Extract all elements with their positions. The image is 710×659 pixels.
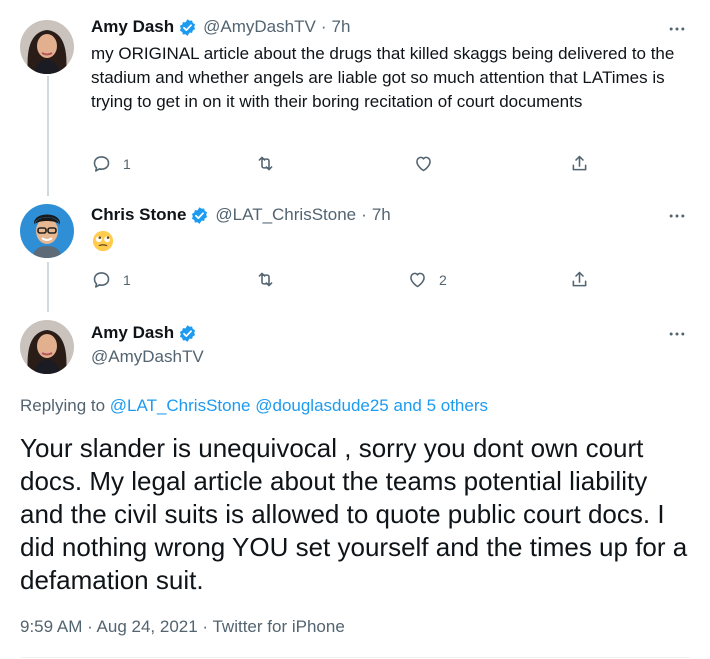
retweet-button[interactable] xyxy=(255,269,287,290)
author-handle[interactable]: @AmyDashTV xyxy=(91,347,204,367)
verified-badge-icon xyxy=(178,18,197,37)
tweet-meta[interactable]: 9:59 AM · Aug 24, 2021 · Twitter for iPh… xyxy=(20,617,345,637)
reply-button[interactable]: 1 xyxy=(91,269,131,290)
like-count: 2 xyxy=(439,271,447,288)
replying-to: Replying to @LAT_ChrisStone @douglasdude… xyxy=(20,396,488,416)
action-bar: 1 2 xyxy=(91,269,611,291)
author-name[interactable]: Amy Dash xyxy=(91,323,174,343)
divider xyxy=(20,657,690,658)
replying-to-links[interactable]: @LAT_ChrisStone @douglasdude25 and 5 oth… xyxy=(110,396,488,415)
face-with-rolling-eyes-icon xyxy=(92,230,114,252)
reply-button[interactable]: 1 xyxy=(91,153,131,174)
author-name[interactable]: Amy Dash xyxy=(91,17,174,37)
tweet-time[interactable]: 7h xyxy=(331,17,350,37)
more-dots-icon[interactable] xyxy=(666,323,688,345)
author-name[interactable]: Chris Stone xyxy=(91,205,186,225)
like-button[interactable] xyxy=(413,153,445,174)
replying-prefix: Replying to xyxy=(20,396,110,415)
author-handle[interactable]: @LAT_ChrisStone xyxy=(215,205,356,225)
avatar[interactable] xyxy=(20,204,74,258)
action-bar: 1 xyxy=(91,153,611,175)
share-icon xyxy=(572,271,587,287)
thread-line xyxy=(47,262,49,312)
heart-icon xyxy=(410,272,425,288)
verified-badge-icon xyxy=(178,324,197,343)
more-dots-icon[interactable] xyxy=(666,205,688,227)
share-icon xyxy=(572,155,587,171)
retweet-icon xyxy=(258,272,273,287)
reply-count: 1 xyxy=(123,271,131,288)
retweet-icon xyxy=(258,156,273,171)
verified-badge-icon xyxy=(190,206,209,225)
thread-line xyxy=(47,76,49,196)
retweet-button[interactable] xyxy=(255,153,287,174)
tweet-time[interactable]: 7h xyxy=(372,205,391,225)
reply-icon xyxy=(93,156,110,172)
heart-icon xyxy=(416,156,431,172)
reply-icon xyxy=(93,272,110,288)
separator: · xyxy=(320,17,327,36)
more-dots-icon[interactable] xyxy=(666,18,688,40)
like-button[interactable]: 2 xyxy=(407,269,447,290)
focused-tweet-text: Your slander is unequivocal , sorry you … xyxy=(20,433,688,595)
reply-count: 1 xyxy=(123,155,131,172)
author-handle[interactable]: @AmyDashTV xyxy=(203,17,316,37)
avatar[interactable] xyxy=(20,320,74,374)
tweet-text: my ORIGINAL article about the drugs that… xyxy=(91,44,675,111)
separator: · xyxy=(361,205,367,224)
avatar[interactable] xyxy=(20,20,74,74)
share-button[interactable] xyxy=(569,153,590,174)
share-button[interactable] xyxy=(569,269,590,290)
